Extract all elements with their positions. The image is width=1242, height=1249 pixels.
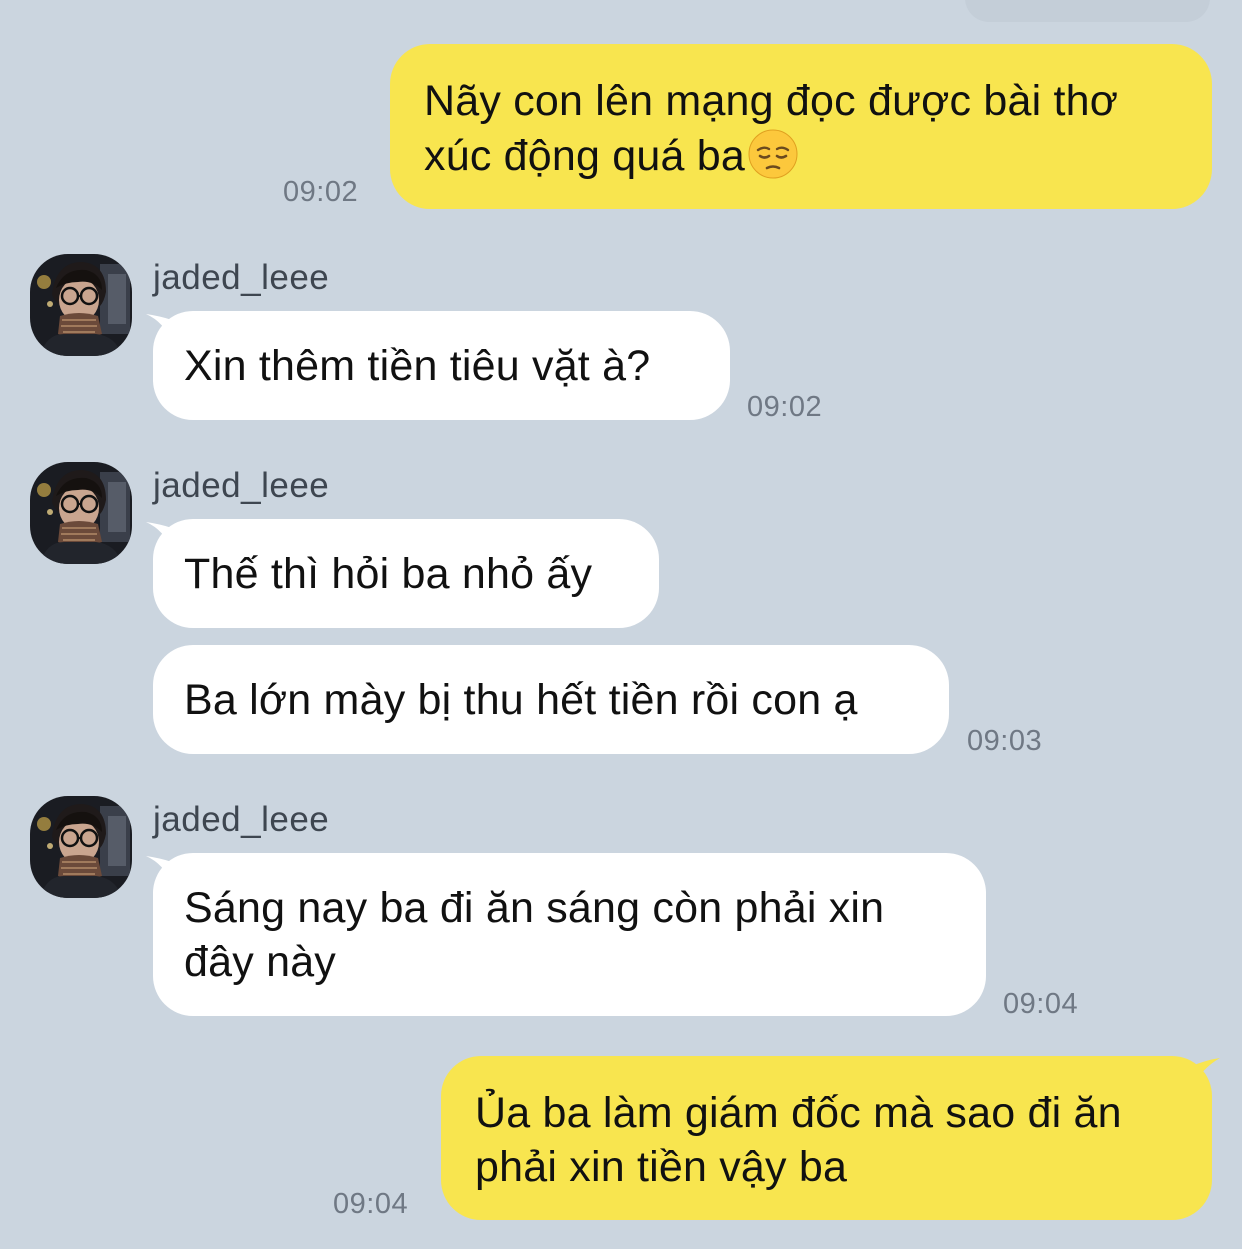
message-text: Thế thì hỏi ba nhỏ ấy xyxy=(184,550,593,598)
avatar[interactable] xyxy=(30,462,132,564)
sender-name[interactable]: jaded_leee xyxy=(153,800,329,840)
sender-name[interactable]: jaded_leee xyxy=(153,466,329,506)
message-timestamp: 09:04 xyxy=(1003,988,1079,1020)
message-text: Ủa ba làm giám đốc mà sao đi ăn phải xin… xyxy=(475,1089,1122,1191)
message-timestamp: 09:02 xyxy=(283,176,359,208)
message-text: Xin thêm tiền tiêu vặt à? xyxy=(184,342,651,390)
message-timestamp: 09:02 xyxy=(747,391,823,423)
incoming-message-bubble[interactable]: Sáng nay ba đi ăn sáng còn phải xin đây … xyxy=(153,853,986,1016)
outgoing-message-bubble[interactable]: Ủa ba làm giám đốc mà sao đi ăn phải xin… xyxy=(441,1056,1212,1220)
message-timestamp: 09:03 xyxy=(967,725,1043,757)
avatar[interactable] xyxy=(30,796,132,898)
previous-message-bubble-fragment[interactable] xyxy=(965,0,1210,22)
pensive-face-emoji-icon xyxy=(747,128,799,180)
incoming-message-bubble[interactable]: Xin thêm tiền tiêu vặt à? xyxy=(153,311,730,420)
avatar[interactable] xyxy=(30,254,132,356)
incoming-message-bubble[interactable]: Ba lớn mày bị thu hết tiền rồi con ạ xyxy=(153,645,949,754)
outgoing-message-bubble[interactable]: Nãy con lên mạng đọc được bài thơ xúc độ… xyxy=(390,44,1212,209)
message-text: Sáng nay ba đi ăn sáng còn phải xin đây … xyxy=(184,884,885,986)
incoming-message-bubble[interactable]: Thế thì hỏi ba nhỏ ấy xyxy=(153,519,659,628)
message-text: Ba lớn mày bị thu hết tiền rồi con ạ xyxy=(184,676,858,724)
sender-name[interactable]: jaded_leee xyxy=(153,258,329,298)
message-timestamp: 09:04 xyxy=(333,1188,409,1220)
